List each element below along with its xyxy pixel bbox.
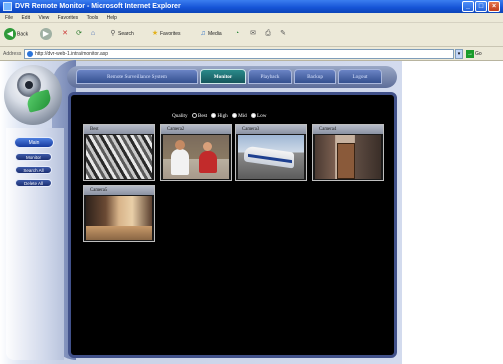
radio-selected-icon <box>191 113 197 119</box>
menu-file[interactable]: File <box>5 15 13 21</box>
quality-option-high[interactable]: High <box>211 112 228 120</box>
go-label: Go <box>475 51 482 57</box>
back-label: Back <box>17 31 29 38</box>
history-icon: ◔ <box>234 29 240 37</box>
page-icon <box>27 51 33 57</box>
side-button-delete-all[interactable]: Delete All <box>15 179 52 187</box>
quality-mid-label: Mid <box>238 113 247 119</box>
search-icon: ⚲ <box>110 29 116 37</box>
address-url: http://dvr-web-1.intra/monitor.asp <box>35 51 109 57</box>
camera-label: Camera2 <box>161 125 231 134</box>
address-label: Address <box>3 51 22 57</box>
edit-button[interactable]: ✎ <box>278 28 288 41</box>
camera-tile-3[interactable]: Camera3 <box>235 124 307 181</box>
address-input[interactable]: http://dvr-web-1.intra/monitor.asp <box>24 49 454 59</box>
address-bar: Address http://dvr-web-1.intra/monitor.a… <box>0 47 503 61</box>
mail-icon: ✉ <box>250 29 256 37</box>
camera-tile-1[interactable]: Best <box>83 124 155 181</box>
stop-button[interactable]: ✕ <box>60 28 70 41</box>
print-button[interactable]: ⎙ <box>263 28 273 41</box>
window-titlebar: DVR Remote Monitor - Microsoft Internet … <box>0 0 503 13</box>
left-rail <box>6 128 64 360</box>
menu-favorites[interactable]: Favorites <box>58 15 79 21</box>
search-button[interactable]: ⚲ Search <box>108 28 134 41</box>
tab-monitor[interactable]: Monitor <box>200 69 246 84</box>
camera-label: Best <box>84 125 154 134</box>
quality-option-low[interactable]: Low <box>251 112 267 120</box>
tab-logout[interactable]: Logout <box>338 69 382 84</box>
address-dropdown-icon[interactable]: ▾ <box>455 49 463 59</box>
camera-feed <box>86 196 152 240</box>
browser-toolbar: ◀ Back ▶ ✕ ⟳ ⌂ ⚲ Search ★ Favorites ♫ Media … <box>0 23 503 47</box>
go-arrow-icon: → <box>466 49 474 58</box>
history-button[interactable]: ◔ <box>232 28 242 41</box>
window-title: DVR Remote Monitor - Microsoft Internet … <box>15 3 181 10</box>
forward-button[interactable]: ▶ <box>40 28 53 41</box>
go-button[interactable]: → Go <box>466 49 482 59</box>
side-button-main[interactable]: Main <box>14 137 54 148</box>
camera-feed <box>163 135 229 179</box>
camera-tile-5[interactable]: Camera5 <box>83 185 155 242</box>
media-icon: ♫ <box>200 29 206 37</box>
back-button[interactable]: ◀ Back <box>4 28 28 41</box>
quality-option-best[interactable]: Best <box>191 112 208 120</box>
camera-label: Camera4 <box>313 125 383 134</box>
side-button-monitor[interactable]: Monitor <box>15 153 52 161</box>
home-button[interactable]: ⌂ <box>88 28 98 41</box>
quality-high-label: High <box>217 113 228 119</box>
media-button[interactable]: ♫ Media <box>198 28 222 41</box>
tab-backup[interactable]: Backup <box>294 69 336 84</box>
menu-view[interactable]: View <box>38 15 49 21</box>
side-button-search-all[interactable]: Search All <box>15 166 52 174</box>
mail-button[interactable]: ✉ <box>248 28 258 41</box>
radio-icon <box>251 113 257 119</box>
quality-selector: Quality Best High Mid Low <box>172 112 267 120</box>
quality-label: Quality <box>172 113 188 119</box>
camera-tile-4[interactable]: Camera4 <box>312 124 384 181</box>
camera-label: Camera3 <box>236 125 306 134</box>
camera-feed <box>315 135 381 179</box>
quality-best-label: Best <box>197 113 208 119</box>
menu-tools[interactable]: Tools <box>87 15 99 21</box>
forward-arrow-icon: ▶ <box>40 28 52 40</box>
radio-icon <box>232 113 238 119</box>
favorites-label: Favorites <box>160 31 181 37</box>
menu-help[interactable]: Help <box>107 15 117 21</box>
camera-feed <box>86 135 152 179</box>
home-icon: ⌂ <box>90 29 96 37</box>
refresh-button[interactable]: ⟳ <box>74 28 84 41</box>
quality-low-label: Low <box>257 113 267 119</box>
minimize-button[interactable]: _ <box>462 1 474 12</box>
star-icon: ★ <box>151 29 159 37</box>
refresh-icon: ⟳ <box>76 29 82 37</box>
camera-tile-2[interactable]: Camera2 <box>160 124 232 181</box>
tab-playback[interactable]: Playback <box>248 69 292 84</box>
camera-feed <box>238 135 304 179</box>
back-arrow-icon: ◀ <box>4 28 16 40</box>
ie-app-icon <box>3 2 12 11</box>
menu-bar: File Edit View Favorites Tools Help <box>0 13 503 23</box>
quality-option-mid[interactable]: Mid <box>232 112 247 120</box>
edit-icon: ✎ <box>280 29 286 37</box>
media-label: Media <box>208 31 222 37</box>
close-button[interactable]: × <box>488 1 500 12</box>
menu-edit[interactable]: Edit <box>21 15 30 21</box>
maximize-button[interactable]: □ <box>475 1 487 12</box>
print-icon: ⎙ <box>265 29 271 37</box>
favorites-button[interactable]: ★ Favorites <box>150 28 181 41</box>
stop-icon: ✕ <box>62 29 68 37</box>
search-label: Search <box>118 31 134 37</box>
camera-label: Camera5 <box>84 186 154 195</box>
radio-icon <box>211 113 217 119</box>
tab-remote-surveillance[interactable]: Remote Surveillance System <box>76 69 198 84</box>
